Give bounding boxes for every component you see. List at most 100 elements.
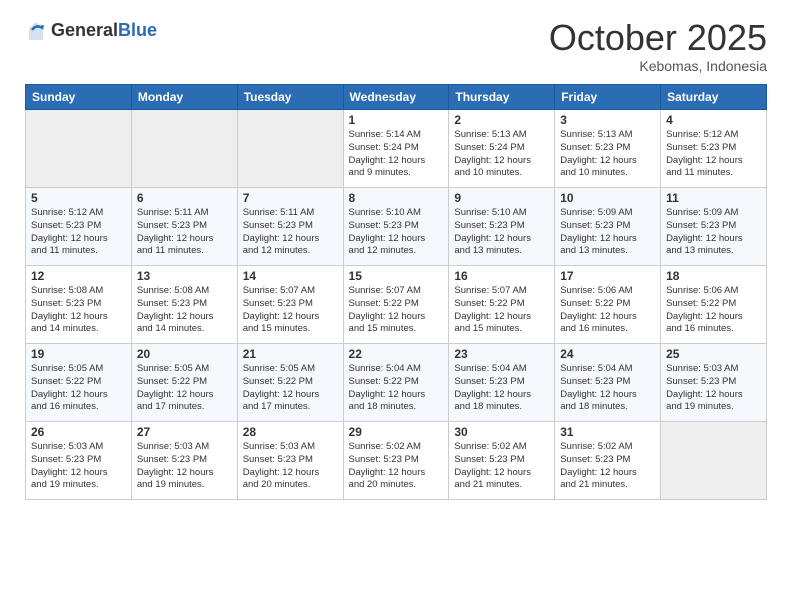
table-row: 17 Sunrise: 5:06 AM Sunset: 5:22 PM Dayli… [555, 266, 661, 344]
month-title: October 2025 [549, 20, 767, 56]
day-info: Sunrise: 5:04 AM Sunset: 5:23 PM Dayligh… [560, 363, 655, 414]
location: Kebomas, Indonesia [549, 58, 767, 74]
day-info: Sunrise: 5:03 AM Sunset: 5:23 PM Dayligh… [666, 363, 761, 414]
day-info: Sunrise: 5:02 AM Sunset: 5:23 PM Dayligh… [349, 441, 444, 492]
day-number: 12 [31, 269, 126, 283]
col-thursday: Thursday [449, 85, 555, 110]
table-row: 7Sunrise: 5:11 AM Sunset: 5:23 PM Daylig… [237, 188, 343, 266]
table-row: 20Sunrise: 5:05 AM Sunset: 5:22 PM Dayli… [131, 344, 237, 422]
day-number: 22 [349, 347, 444, 361]
table-row: 2 Sunrise: 5:13 AM Sunset: 5:24 PM Daylig… [449, 110, 555, 188]
table-row: 1Sunrise: 5:14 AM Sunset: 5:24 PM Daylig… [343, 110, 449, 188]
day-number: 2 [454, 113, 549, 127]
logo-text: GeneralBlue [51, 21, 157, 41]
table-row: 31 Sunrise: 5:02 AM Sunset: 5:23 PM Dayli… [555, 422, 661, 500]
table-row: 9Sunrise: 5:10 AM Sunset: 5:23 PM Daylig… [449, 188, 555, 266]
table-row: 4Sunrise: 5:12 AM Sunset: 5:23 PM Daylig… [661, 110, 767, 188]
calendar-week-1: 1Sunrise: 5:14 AM Sunset: 5:24 PM Daylig… [26, 110, 767, 188]
day-number: 31 [560, 425, 655, 439]
day-info: Sunrise: 5:12 AM Sunset: 5:23 PM Dayligh… [666, 129, 761, 180]
day-number: 13 [137, 269, 232, 283]
table-row: 14 Sunrise: 5:07 AM Sunset: 5:23 PM Dayli… [237, 266, 343, 344]
day-number: 5 [31, 191, 126, 205]
logo-blue: Blue [118, 20, 157, 40]
table-row: 13Sunrise: 5:08 AM Sunset: 5:23 PM Dayli… [131, 266, 237, 344]
logo-icon [25, 20, 47, 42]
day-info: Sunrise: 5:03 AM Sunset: 5:23 PM Dayligh… [243, 441, 338, 492]
calendar-week-5: 26 Sunrise: 5:03 AM Sunset: 5:23 PM Dayli… [26, 422, 767, 500]
day-info: Sunrise: 5:04 AM Sunset: 5:22 PM Dayligh… [349, 363, 444, 414]
day-info: Sunrise: 5:04 AM Sunset: 5:23 PM Dayligh… [454, 363, 549, 414]
table-row: 15Sunrise: 5:07 AM Sunset: 5:22 PM Dayli… [343, 266, 449, 344]
table-row: 11 Sunrise: 5:09 AM Sunset: 5:23 PM Dayli… [661, 188, 767, 266]
day-info: Sunrise: 5:11 AM Sunset: 5:23 PM Dayligh… [137, 207, 232, 258]
table-row: 5Sunrise: 5:12 AM Sunset: 5:23 PM Daylig… [26, 188, 132, 266]
table-row: 24 Sunrise: 5:04 AM Sunset: 5:23 PM Dayli… [555, 344, 661, 422]
day-number: 16 [454, 269, 549, 283]
col-wednesday: Wednesday [343, 85, 449, 110]
calendar-header-row: Sunday Monday Tuesday Wednesday Thursday… [26, 85, 767, 110]
table-row: 23 Sunrise: 5:04 AM Sunset: 5:23 PM Dayli… [449, 344, 555, 422]
table-row: 18Sunrise: 5:06 AM Sunset: 5:22 PM Dayli… [661, 266, 767, 344]
day-info: Sunrise: 5:05 AM Sunset: 5:22 PM Dayligh… [31, 363, 126, 414]
day-info: Sunrise: 5:09 AM Sunset: 5:23 PM Dayligh… [666, 207, 761, 258]
day-number: 10 [560, 191, 655, 205]
day-info: Sunrise: 5:13 AM Sunset: 5:24 PM Dayligh… [454, 129, 549, 180]
day-number: 23 [454, 347, 549, 361]
day-number: 8 [349, 191, 444, 205]
col-sunday: Sunday [26, 85, 132, 110]
day-info: Sunrise: 5:06 AM Sunset: 5:22 PM Dayligh… [666, 285, 761, 336]
table-row: 28 Sunrise: 5:03 AM Sunset: 5:23 PM Dayli… [237, 422, 343, 500]
day-number: 17 [560, 269, 655, 283]
day-info: Sunrise: 5:11 AM Sunset: 5:23 PM Dayligh… [243, 207, 338, 258]
page: GeneralBlue October 2025 Kebomas, Indone… [0, 0, 792, 612]
logo: GeneralBlue [25, 20, 157, 42]
day-number: 29 [349, 425, 444, 439]
day-info: Sunrise: 5:08 AM Sunset: 5:23 PM Dayligh… [31, 285, 126, 336]
day-number: 21 [243, 347, 338, 361]
table-row: 25 Sunrise: 5:03 AM Sunset: 5:23 PM Dayli… [661, 344, 767, 422]
header: GeneralBlue October 2025 Kebomas, Indone… [25, 20, 767, 74]
day-info: Sunrise: 5:02 AM Sunset: 5:23 PM Dayligh… [454, 441, 549, 492]
table-row: 30 Sunrise: 5:02 AM Sunset: 5:23 PM Dayli… [449, 422, 555, 500]
day-number: 20 [137, 347, 232, 361]
day-info: Sunrise: 5:03 AM Sunset: 5:23 PM Dayligh… [137, 441, 232, 492]
table-row [131, 110, 237, 188]
day-info: Sunrise: 5:10 AM Sunset: 5:23 PM Dayligh… [349, 207, 444, 258]
day-info: Sunrise: 5:07 AM Sunset: 5:23 PM Dayligh… [243, 285, 338, 336]
day-info: Sunrise: 5:05 AM Sunset: 5:22 PM Dayligh… [243, 363, 338, 414]
table-row: 22 Sunrise: 5:04 AM Sunset: 5:22 PM Dayli… [343, 344, 449, 422]
table-row [237, 110, 343, 188]
col-tuesday: Tuesday [237, 85, 343, 110]
day-number: 27 [137, 425, 232, 439]
day-number: 3 [560, 113, 655, 127]
day-number: 26 [31, 425, 126, 439]
table-row: 3 Sunrise: 5:13 AM Sunset: 5:23 PM Daylig… [555, 110, 661, 188]
day-number: 11 [666, 191, 761, 205]
table-row: 26 Sunrise: 5:03 AM Sunset: 5:23 PM Dayli… [26, 422, 132, 500]
day-number: 30 [454, 425, 549, 439]
day-info: Sunrise: 5:06 AM Sunset: 5:22 PM Dayligh… [560, 285, 655, 336]
day-info: Sunrise: 5:13 AM Sunset: 5:23 PM Dayligh… [560, 129, 655, 180]
day-info: Sunrise: 5:03 AM Sunset: 5:23 PM Dayligh… [31, 441, 126, 492]
day-info: Sunrise: 5:02 AM Sunset: 5:23 PM Dayligh… [560, 441, 655, 492]
day-number: 25 [666, 347, 761, 361]
day-number: 15 [349, 269, 444, 283]
day-number: 14 [243, 269, 338, 283]
day-number: 1 [349, 113, 444, 127]
table-row: 8 Sunrise: 5:10 AM Sunset: 5:23 PM Daylig… [343, 188, 449, 266]
col-saturday: Saturday [661, 85, 767, 110]
table-row: 27 Sunrise: 5:03 AM Sunset: 5:23 PM Dayli… [131, 422, 237, 500]
day-number: 28 [243, 425, 338, 439]
table-row: 12 Sunrise: 5:08 AM Sunset: 5:23 PM Dayli… [26, 266, 132, 344]
day-info: Sunrise: 5:07 AM Sunset: 5:22 PM Dayligh… [454, 285, 549, 336]
day-number: 19 [31, 347, 126, 361]
day-number: 24 [560, 347, 655, 361]
calendar-week-2: 5Sunrise: 5:12 AM Sunset: 5:23 PM Daylig… [26, 188, 767, 266]
table-row: 6 Sunrise: 5:11 AM Sunset: 5:23 PM Daylig… [131, 188, 237, 266]
table-row [26, 110, 132, 188]
calendar-week-3: 12 Sunrise: 5:08 AM Sunset: 5:23 PM Dayli… [26, 266, 767, 344]
day-number: 6 [137, 191, 232, 205]
col-friday: Friday [555, 85, 661, 110]
calendar-week-4: 19 Sunrise: 5:05 AM Sunset: 5:22 PM Dayli… [26, 344, 767, 422]
